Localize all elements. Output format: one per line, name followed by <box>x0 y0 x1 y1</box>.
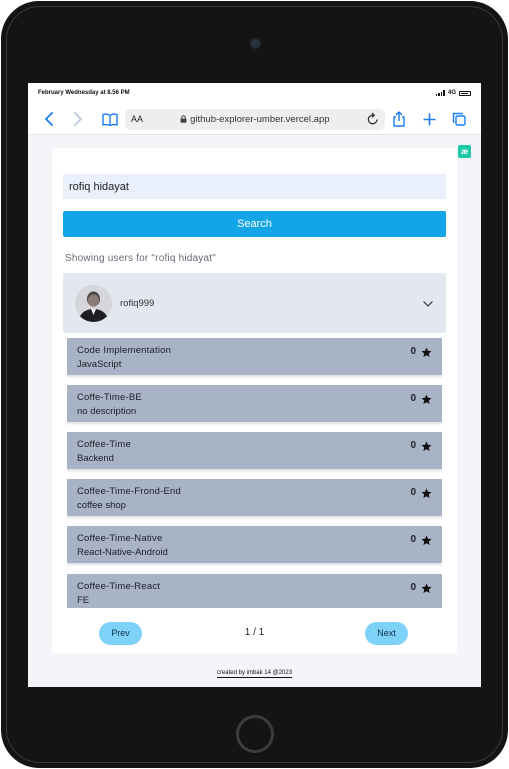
username: rofiq999 <box>120 298 155 309</box>
address-bar[interactable]: AA github-explorer-umber.vercel.app <box>125 109 385 130</box>
back-icon[interactable] <box>42 111 56 127</box>
user-accordion[interactable]: rofiq999 <box>63 273 446 333</box>
repo-item[interactable]: Coffee-Time-Native React-Native-Android … <box>67 526 442 563</box>
avatar <box>75 285 112 322</box>
repo-list: Code Implementation JavaScript 0 Coffe-T… <box>67 338 442 608</box>
search-button[interactable]: Search <box>63 211 446 237</box>
results-heading: Showing users for "rofiq hidayat" <box>65 253 216 264</box>
repo-item[interactable]: Coffee-Time-Frond-End coffee shop 0 <box>67 479 442 516</box>
lock-icon <box>180 114 190 125</box>
repo-description: JavaScript <box>77 359 122 370</box>
repo-star-count: 0 <box>410 393 416 404</box>
status-indicators: 4G <box>435 90 471 96</box>
repo-description: FE <box>77 595 90 606</box>
star-icon <box>421 486 432 498</box>
reload-icon[interactable] <box>366 111 380 127</box>
app-card: Search Showing users for "rofiq hidayat"… <box>52 148 457 653</box>
browser-toolbar: AA github-explorer-umber.vercel.app <box>28 105 481 135</box>
status-bar: February Wednesday at 8.56 PM 4G <box>28 83 481 105</box>
repo-name: Coffee-Time-React <box>77 581 161 592</box>
screen: February Wednesday at 8.56 PM 4G AA gith… <box>28 83 481 687</box>
star-icon <box>421 439 432 451</box>
repo-name: Coffe-Time-BE <box>77 392 142 403</box>
repo-description: coffee shop <box>77 500 126 511</box>
extension-badge[interactable]: æ <box>458 145 471 158</box>
share-icon[interactable] <box>391 111 407 127</box>
repo-item[interactable]: Coffee-Time-React FE 0 <box>67 574 442 608</box>
star-icon <box>421 392 432 404</box>
repo-item[interactable]: Coffee-Time Backend 0 <box>67 432 442 469</box>
star-icon <box>421 345 432 357</box>
front-camera <box>251 39 260 48</box>
pagination: Prev 1 / 1 Next <box>52 622 457 646</box>
star-icon <box>421 581 432 593</box>
footer: created by imbak 14 @2023 <box>28 670 481 678</box>
repo-name: Coffee-Time-Native <box>77 533 163 544</box>
new-tab-icon[interactable] <box>421 111 437 127</box>
forward-icon[interactable] <box>71 111 85 127</box>
repo-description: Backend <box>77 453 114 464</box>
repo-star-count: 0 <box>410 582 416 593</box>
repo-name: Coffee-Time <box>77 439 131 450</box>
chevron-down-icon[interactable] <box>422 297 434 309</box>
repo-description: no description <box>77 406 137 417</box>
repo-name: Code Implementation <box>77 345 172 356</box>
battery-icon <box>459 90 471 96</box>
signal-icon <box>435 90 445 96</box>
repo-description: React-Native-Android <box>77 547 168 558</box>
url-text: github-explorer-umber.vercel.app <box>190 114 330 125</box>
search-input[interactable] <box>63 174 446 199</box>
status-time: February Wednesday at 8.56 PM <box>38 90 130 96</box>
repo-star-count: 0 <box>410 346 416 357</box>
bookmarks-icon[interactable] <box>101 111 119 127</box>
repo-item[interactable]: Code Implementation JavaScript 0 <box>67 338 442 375</box>
repo-star-count: 0 <box>410 440 416 451</box>
url-display: github-explorer-umber.vercel.app <box>125 114 385 125</box>
next-button[interactable]: Next <box>365 622 408 645</box>
repo-star-count: 0 <box>410 534 416 545</box>
star-icon <box>421 533 432 545</box>
repo-item[interactable]: Coffe-Time-BE no description 0 <box>67 385 442 422</box>
network-label: 4G <box>447 90 456 96</box>
home-button[interactable] <box>236 715 274 753</box>
tabs-overview-icon[interactable] <box>451 111 467 127</box>
repo-name: Coffee-Time-Frond-End <box>77 486 181 497</box>
footer-credit-link[interactable]: created by imbak 14 @2023 <box>216 670 293 678</box>
repo-star-count: 0 <box>410 487 416 498</box>
